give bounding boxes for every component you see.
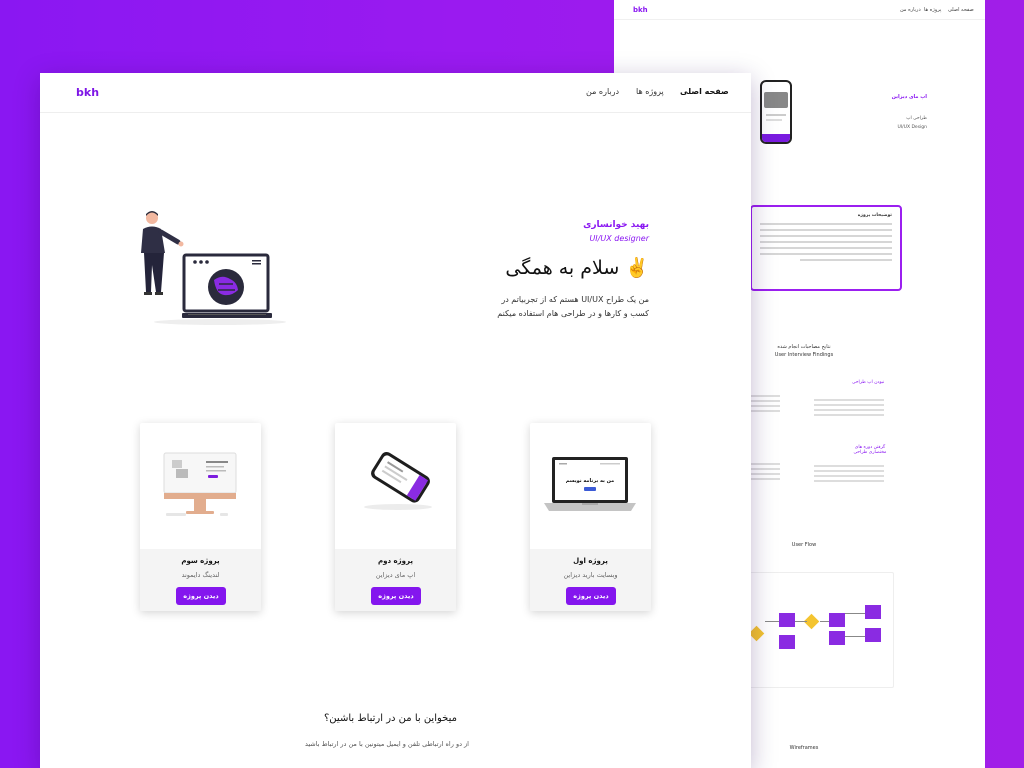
back-description-title: توضیحات پروژه — [857, 213, 892, 218]
project-3-title: پروژه سوم — [181, 557, 220, 565]
back-left-text-1 — [750, 392, 780, 415]
nav-about[interactable]: درباره من — [586, 87, 619, 96]
back-meta-value: UI/UX Design — [897, 125, 927, 130]
contact-title: میخواین با من در ارتباط باشین؟ — [324, 713, 457, 724]
project-1-view-button[interactable]: دیدن پروژه — [566, 587, 616, 605]
hero-role: UI/UX designer — [589, 234, 649, 243]
back-description-box: توضیحات پروژه — [750, 205, 902, 291]
back-nav-projects[interactable]: پروژه ها — [924, 7, 941, 13]
project-2-title: پروژه دوم — [377, 557, 413, 565]
hero-description: من یک طراح UI/UX هستم که از تجربیاتم در … — [497, 295, 649, 318]
back-meta-label: طراحی اپ — [906, 116, 927, 121]
laptop-base — [182, 313, 272, 318]
project-3-imac-image — [163, 452, 237, 516]
back-wireframes-label: Wireframes — [789, 745, 819, 751]
main-page: bkh درباره من پروژه ها صفحه اصلی بهید خو… — [40, 73, 751, 768]
back-finding-2: گرفتن دوره های مختصاری طراحی — [853, 445, 887, 455]
project-2-view-button[interactable]: دیدن پروژه — [371, 587, 421, 605]
project-card-1: من به برنامه نویسم پروژه اول وبسایت باری… — [530, 423, 651, 611]
back-finding-1: نبودن اپ طراحی — [852, 380, 885, 385]
project-1-footer: پروژه اول وبسایت بارید دیزاین دیدن پروژه — [530, 549, 651, 611]
back-page-navbar: bkh درباره من پروژه ها صفحه اصلی — [614, 0, 985, 20]
hero-illustration — [141, 211, 286, 325]
back-finding-1-text — [814, 396, 884, 419]
project-1-title: پروژه اول — [573, 557, 608, 565]
back-user-flow-diagram — [744, 572, 894, 688]
back-nav-about[interactable]: درباره من — [900, 7, 921, 13]
back-page-logo: bkh — [633, 6, 648, 14]
back-app-title: اپ مای دیزاین — [891, 94, 927, 100]
project-1-laptop-image: من به برنامه نویسم — [544, 457, 636, 511]
site-logo[interactable]: bkh — [76, 86, 99, 99]
project-2-subtitle: اپ مای دیزاین — [375, 571, 416, 579]
back-interview-subtitle: User Interview Findings — [774, 352, 834, 358]
nav-projects[interactable]: پروژه ها — [636, 87, 664, 96]
project-2-phone-image — [364, 451, 432, 510]
project-card-3: پروژه سوم لندینگ دایموند دیدن پروژه — [140, 423, 261, 611]
contact-subtitle: از دو راه ارتباطی تلفن و ایمیل میتونین ب… — [304, 740, 469, 748]
nav-home[interactable]: صفحه اصلی — [680, 87, 729, 96]
back-finding-2-text — [814, 462, 884, 485]
main-navbar: bkh درباره من پروژه ها صفحه اصلی — [40, 73, 751, 113]
person-legs — [144, 253, 164, 292]
project-3-subtitle: لندینگ دایموند — [181, 571, 220, 579]
project-3-view-button[interactable]: دیدن پروژه — [176, 587, 226, 605]
back-interview-title: نتایج مصاحبات انجام شده — [777, 344, 831, 350]
project-card-2: پروژه دوم اپ مای دیزاین دیدن پروژه — [335, 423, 456, 611]
back-user-flow-label: User Flow — [791, 542, 817, 548]
laptop-screen-text: من به برنامه نویسم — [566, 478, 615, 484]
project-3-footer: پروژه سوم لندینگ دایموند دیدن پروژه — [140, 549, 261, 611]
hero-greeting: سلام به همگی ✌️ — [505, 257, 649, 279]
back-nav-home[interactable]: صفحه اصلی — [948, 7, 974, 13]
hero-name: بهید خوانساری — [583, 220, 649, 230]
back-phone-mockup — [760, 80, 792, 144]
project-1-subtitle: وبسایت بارید دیزاین — [563, 571, 618, 579]
project-2-footer: پروژه دوم اپ مای دیزاین دیدن پروژه — [335, 549, 456, 611]
back-left-text-2 — [750, 460, 780, 483]
